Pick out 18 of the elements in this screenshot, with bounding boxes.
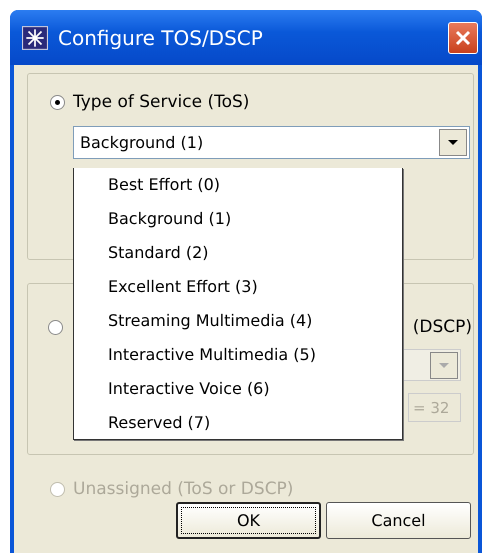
dialog-button[interactable]: Cancel bbox=[326, 502, 471, 539]
combo-box[interactable]: Background (1) bbox=[73, 126, 470, 159]
dropdown-option[interactable]: Interactive Multimedia (5) bbox=[74, 338, 402, 372]
radio-label: Type of Service (ToS) bbox=[73, 92, 250, 112]
radio-button[interactable] bbox=[48, 320, 63, 334]
radio-label: (DSCP) bbox=[412, 317, 472, 337]
window-title: Configure TOS/DSCP bbox=[58, 26, 264, 50]
dropdown-option[interactable]: Standard (2) bbox=[74, 236, 402, 270]
dropdown-option[interactable]: Streaming Multimedia (4) bbox=[74, 304, 402, 338]
dropdown-option[interactable]: Background (1) bbox=[74, 202, 402, 236]
close-button[interactable] bbox=[448, 22, 478, 54]
dropdown-option[interactable]: Reserved (7) bbox=[74, 406, 402, 440]
dialog-button[interactable]: OK bbox=[176, 502, 321, 539]
radio-button[interactable] bbox=[50, 94, 65, 110]
radio-label: Unassigned (ToS or DSCP) bbox=[73, 479, 294, 499]
dropdown-option[interactable]: Interactive Voice (6) bbox=[74, 372, 402, 406]
dropdown-option[interactable]: Best Effort (0) bbox=[74, 168, 402, 202]
dropdown-option[interactable]: Excellent Effort (3) bbox=[74, 270, 402, 304]
